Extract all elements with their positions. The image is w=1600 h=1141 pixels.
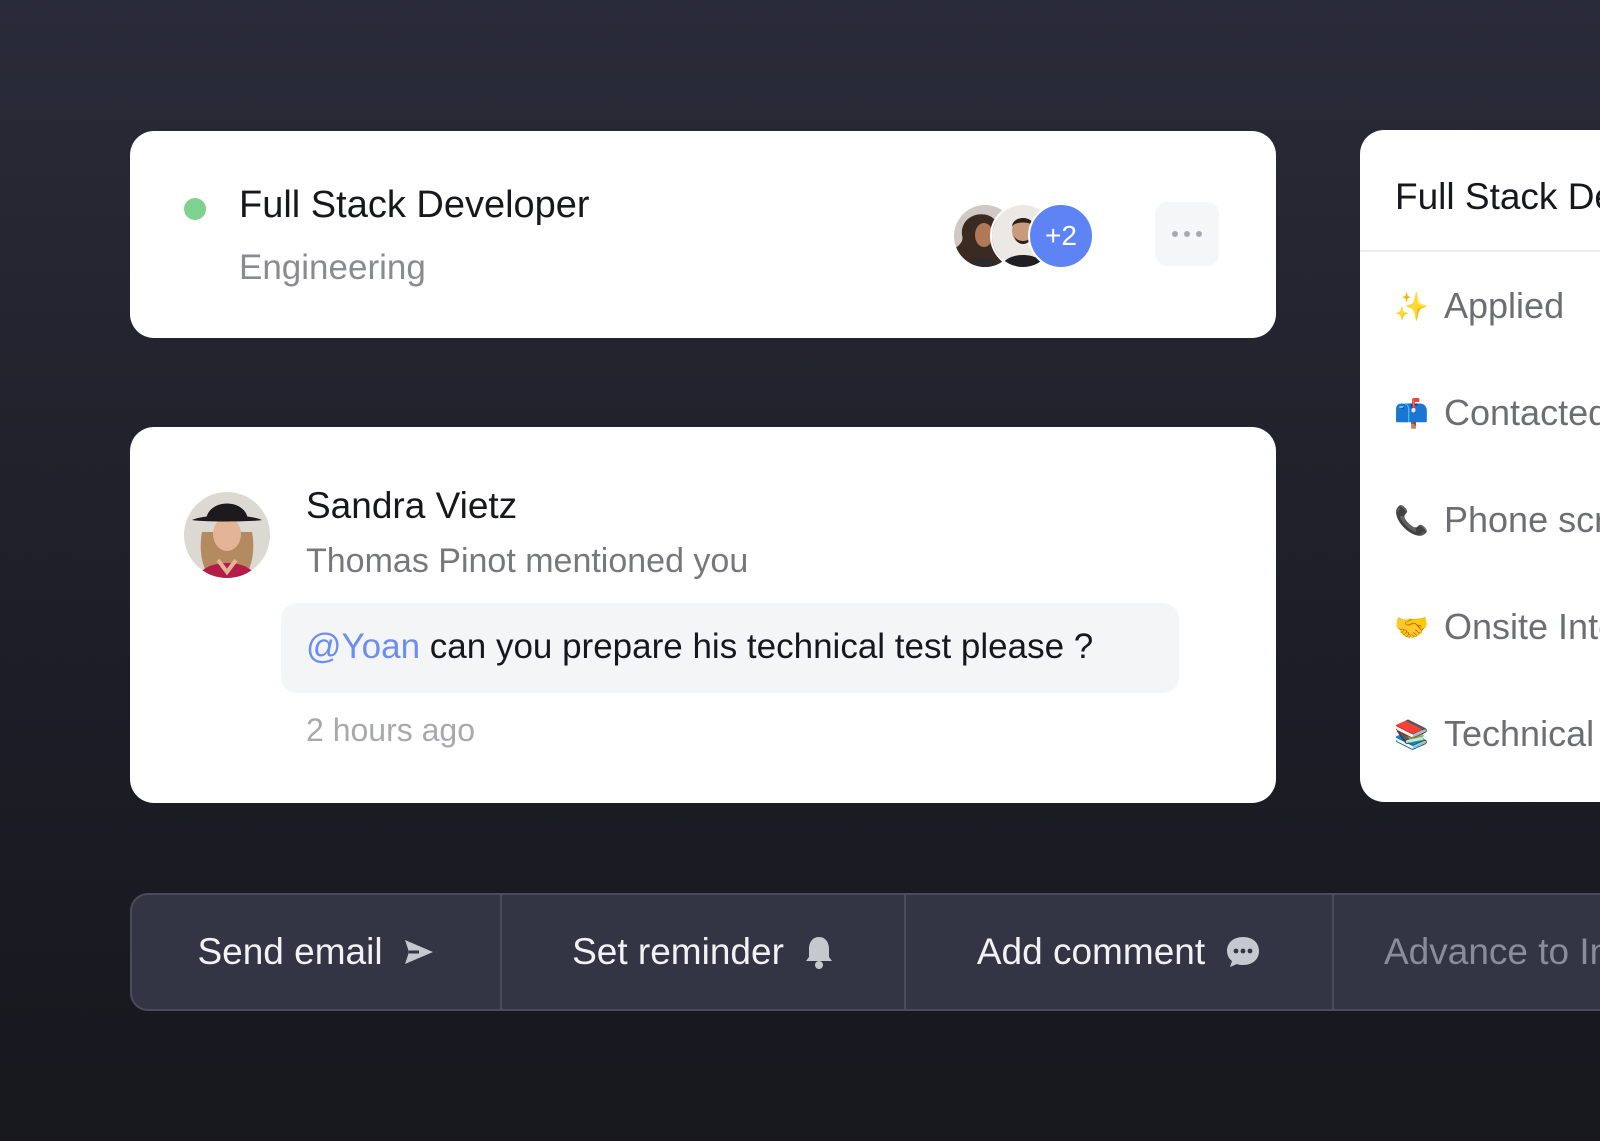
action-bar: Send email Set reminder Add comment Adva…: [130, 893, 1600, 1011]
more-options-button[interactable]: [1155, 202, 1219, 266]
comment-bubble-icon: [1225, 935, 1261, 969]
mailbox-icon: 📫: [1394, 397, 1429, 429]
advance-stage-button[interactable]: Advance to Interview: [1334, 895, 1600, 1009]
notification-card[interactable]: Sandra Vietz Thomas Pinot mentioned you …: [130, 427, 1276, 803]
more-horizontal-icon: [1172, 231, 1178, 237]
set-reminder-label: Set reminder: [572, 931, 784, 972]
stage-phone-screen[interactable]: 📞 Phone screen: [1394, 499, 1600, 541]
job-department: Engineering: [239, 248, 426, 287]
comment-box: @Yoan can you prepare his technical test…: [281, 603, 1179, 693]
status-dot: [184, 198, 206, 220]
stage-label: Phone screen: [1444, 499, 1600, 540]
set-reminder-button[interactable]: Set reminder: [502, 895, 906, 1009]
add-comment-label: Add comment: [976, 931, 1206, 972]
pipeline-panel: Full Stack Developer ✨ Applied 📫 Contact…: [1360, 130, 1600, 802]
notification-timestamp: 2 hours ago: [306, 712, 476, 748]
send-icon: [403, 938, 435, 966]
notification-author: Sandra Vietz: [306, 485, 518, 526]
notification-subtitle: Thomas Pinot mentioned you: [306, 542, 749, 580]
comment-text: @Yoan can you prepare his technical test…: [306, 627, 1093, 667]
stage-onsite-interview[interactable]: 🤝 Onsite Interview: [1394, 606, 1600, 648]
job-title: Full Stack Developer: [239, 184, 590, 226]
stage-label: Contacted: [1444, 392, 1600, 433]
stage-contacted[interactable]: 📫 Contacted: [1394, 392, 1600, 434]
more-members-badge[interactable]: +2: [1028, 203, 1094, 269]
phone-icon: 📞: [1394, 504, 1429, 536]
books-icon: 📚: [1394, 718, 1429, 750]
avatar: [184, 492, 270, 578]
add-comment-button[interactable]: Add comment: [906, 895, 1334, 1009]
sparkles-icon: ✨: [1394, 290, 1429, 322]
divider: [1360, 250, 1600, 252]
user-mention[interactable]: @Yoan: [306, 627, 420, 666]
bell-icon: [804, 935, 834, 969]
team-avatars[interactable]: +2: [952, 203, 1102, 269]
job-card[interactable]: Full Stack Developer Engineering +2: [130, 131, 1276, 338]
stage-label: Applied: [1444, 285, 1565, 326]
stage-label: Technical test: [1444, 713, 1600, 754]
stage-applied[interactable]: ✨ Applied: [1394, 285, 1564, 327]
stage-label: Onsite Interview: [1444, 606, 1600, 647]
send-email-label: Send email: [197, 931, 383, 972]
comment-message: can you prepare his technical test pleas…: [420, 627, 1094, 666]
advance-label: Advance to Interview: [1384, 931, 1600, 972]
pipeline-title: Full Stack Developer: [1395, 176, 1600, 217]
stage-technical-test[interactable]: 📚 Technical test: [1394, 713, 1600, 755]
handshake-icon: 🤝: [1394, 611, 1429, 643]
send-email-button[interactable]: Send email: [132, 895, 502, 1009]
